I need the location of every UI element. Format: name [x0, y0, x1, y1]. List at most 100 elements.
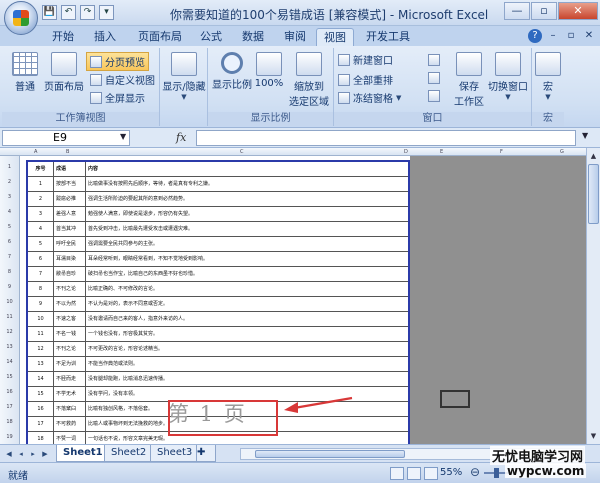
- row-header[interactable]: 16: [0, 385, 19, 400]
- table-cell[interactable]: 7: [28, 267, 54, 282]
- active-cell[interactable]: [440, 390, 470, 408]
- horizontal-scroll-thumb[interactable]: [255, 450, 405, 458]
- page-break-view-icon[interactable]: [424, 467, 438, 480]
- last-sheet-icon[interactable]: ▶: [40, 448, 50, 460]
- ribbon-close-icon[interactable]: ✕: [582, 29, 596, 43]
- sheet-tab-2[interactable]: Sheet2: [104, 445, 154, 462]
- table-cell[interactable]: 耳朵经常听到，眼睛经常看到，不知不觉地受到影响。: [86, 252, 408, 267]
- table-cell[interactable]: 耳濡目染: [54, 252, 86, 267]
- table-cell[interactable]: 差强人意: [54, 207, 86, 222]
- restore-button[interactable]: ▫: [531, 2, 557, 20]
- customize-qat-icon[interactable]: ▾: [99, 5, 114, 20]
- arrange-all-button[interactable]: 全部重排: [338, 72, 393, 87]
- row-header[interactable]: 19: [0, 430, 19, 444]
- row-header[interactable]: 5: [0, 220, 19, 235]
- row-header[interactable]: 9: [0, 280, 19, 295]
- table-cell[interactable]: 敝帚自珍: [54, 267, 86, 282]
- row-header[interactable]: 17: [0, 400, 19, 415]
- column-header[interactable]: C: [240, 148, 244, 156]
- table-cell[interactable]: 1: [28, 177, 54, 192]
- row-header[interactable]: 12: [0, 325, 19, 340]
- table-cell[interactable]: 强调需要全民共同参与的主张。: [86, 237, 408, 252]
- table-cell[interactable]: 14: [28, 372, 54, 387]
- table-cell[interactable]: 10: [28, 312, 54, 327]
- prev-sheet-icon[interactable]: ◂: [16, 448, 26, 460]
- ribbon-minimize-icon[interactable]: –: [546, 29, 560, 43]
- table-cell[interactable]: 比喻做事没有按照先后顺序，等待，者是真有专利之嫌。: [86, 177, 408, 192]
- name-box[interactable]: E9: [2, 130, 130, 146]
- save-icon[interactable]: 💾: [42, 5, 57, 20]
- table-cell[interactable]: 17: [28, 417, 54, 432]
- table-cell[interactable]: 不赞一词: [54, 432, 86, 444]
- row-header[interactable]: 6: [0, 235, 19, 250]
- header-cell[interactable]: 成语: [54, 162, 86, 177]
- unhide-window-button[interactable]: [428, 90, 440, 102]
- table-cell[interactable]: 首当其冲: [54, 222, 86, 237]
- table-cell[interactable]: 2: [28, 192, 54, 207]
- table-cell[interactable]: 不胫而走: [54, 372, 86, 387]
- table-cell[interactable]: 不名一钱: [54, 327, 86, 342]
- table-cell[interactable]: 16: [28, 402, 54, 417]
- row-header[interactable]: 7: [0, 250, 19, 265]
- column-header[interactable]: D: [404, 148, 408, 156]
- minimize-button[interactable]: —: [504, 2, 530, 20]
- page-layout-view-button[interactable]: 页面布局: [44, 52, 84, 93]
- row-header[interactable]: 2: [0, 175, 19, 190]
- table-cell[interactable]: 15: [28, 387, 54, 402]
- table-cell[interactable]: 9: [28, 297, 54, 312]
- row-header[interactable]: 8: [0, 265, 19, 280]
- row-header[interactable]: 10: [0, 295, 19, 310]
- table-cell[interactable]: 不足为训: [54, 357, 86, 372]
- row-header[interactable]: 14: [0, 355, 19, 370]
- table-cell[interactable]: 不刊之论: [54, 342, 86, 357]
- full-screen-button[interactable]: 全屏显示: [90, 90, 145, 105]
- ribbon-restore-icon[interactable]: ▫: [564, 29, 578, 43]
- first-sheet-icon[interactable]: ◀: [4, 448, 14, 460]
- row-header[interactable]: 15: [0, 370, 19, 385]
- table-cell[interactable]: 不可救药: [54, 417, 86, 432]
- table-cell[interactable]: 不可更改的言论，形容论述精当。: [86, 342, 408, 357]
- switch-windows-button[interactable]: 切换窗口 ▼: [486, 52, 530, 101]
- page-layout-view-icon[interactable]: [407, 467, 421, 480]
- table-cell[interactable]: 强调生活所阶迫的要起其所的意到必然趋势。: [86, 192, 408, 207]
- table-cell[interactable]: 比喻正确的、不可修改的言论。: [86, 282, 408, 297]
- table-cell[interactable]: 18: [28, 432, 54, 444]
- tab-view[interactable]: 视图: [316, 28, 354, 46]
- tab-page-layout[interactable]: 页面布局: [132, 28, 188, 46]
- tab-data[interactable]: 数据: [236, 28, 270, 46]
- column-header[interactable]: G: [560, 148, 564, 156]
- show-hide-button[interactable]: 显示/隐藏 ▼: [162, 52, 206, 101]
- table-cell[interactable]: 5: [28, 237, 54, 252]
- zoom-level[interactable]: 55%: [440, 467, 462, 478]
- table-cell[interactable]: 不能当作典范或法则。: [86, 357, 408, 372]
- new-window-button[interactable]: 新建窗口: [338, 52, 393, 67]
- row-header[interactable]: 13: [0, 340, 19, 355]
- split-button[interactable]: [428, 54, 440, 66]
- next-sheet-icon[interactable]: ▸: [28, 448, 38, 460]
- zoom-out-icon[interactable]: ⊖: [470, 465, 480, 479]
- tab-insert[interactable]: 插入: [88, 28, 122, 46]
- normal-view-button[interactable]: 普通: [8, 52, 42, 93]
- tab-review[interactable]: 审阅: [278, 28, 312, 46]
- column-header[interactable]: E: [440, 148, 443, 156]
- worksheet[interactable]: A B C D E F G 1 2 3 4 5 6 7 8 9 10 11 12 13 14 15 16 17 1…: [0, 148, 586, 444]
- chevron-down-icon[interactable]: ▼: [120, 132, 126, 141]
- undo-icon[interactable]: ↶: [61, 5, 76, 20]
- column-header[interactable]: F: [500, 148, 503, 156]
- table-cell[interactable]: 不落窠臼: [54, 402, 86, 417]
- header-cell[interactable]: 序号: [28, 162, 54, 177]
- table-cell[interactable]: 不认为是对的，表示不同意或否定。: [86, 297, 408, 312]
- table-cell[interactable]: 呼吁全民: [54, 237, 86, 252]
- page-break-preview-button[interactable]: 分页预览: [86, 52, 149, 71]
- sheet-tab-1[interactable]: Sheet1: [56, 445, 110, 462]
- table-cell[interactable]: 破扫帚也当作宝，比喻自己的东西虽不好也珍惜。: [86, 267, 408, 282]
- row-header[interactable]: 1: [0, 160, 19, 175]
- row-header[interactable]: 3: [0, 190, 19, 205]
- table-cell[interactable]: 首先受到冲击，比喻最先遭受攻击或遭遇灾难。: [86, 222, 408, 237]
- row-header[interactable]: 4: [0, 205, 19, 220]
- insert-function-icon[interactable]: fx: [176, 131, 186, 144]
- hide-window-button[interactable]: [428, 72, 440, 84]
- macros-button[interactable]: 宏 ▼: [534, 52, 562, 101]
- expand-formula-bar-icon[interactable]: ▼: [582, 131, 588, 140]
- formula-input[interactable]: [196, 130, 576, 146]
